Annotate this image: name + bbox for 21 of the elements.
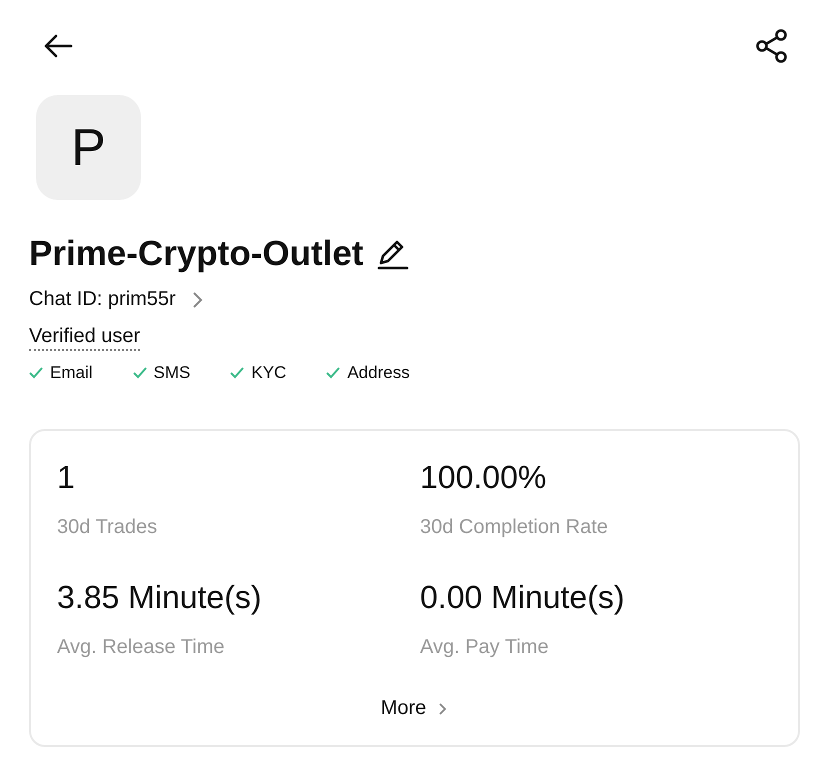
verified-user-link[interactable]: Verified user [29, 325, 140, 351]
avatar: P [36, 95, 141, 200]
stat-value: 1 [57, 459, 76, 496]
stat-label: Avg. Release Time [57, 636, 226, 659]
verification-label: Email [50, 363, 93, 383]
stat-label: 30d Completion Rate [420, 516, 609, 539]
chat-id: Chat ID: prim55r [29, 288, 176, 311]
back-icon[interactable] [43, 34, 73, 58]
share-icon[interactable] [754, 28, 790, 64]
stat-label: 30d Trades [57, 516, 158, 539]
more-link[interactable]: More [380, 697, 426, 720]
chevron-right-icon[interactable] [192, 290, 204, 308]
verification-label: Address [347, 363, 410, 383]
user-name: Prime-Crypto-Outlet [29, 234, 364, 274]
stat-label: Avg. Pay Time [420, 636, 550, 659]
stat-value: 3.85 Minute(s) [57, 579, 263, 616]
verification-label: KYC [251, 363, 286, 383]
verification-label: SMS [154, 363, 190, 383]
stat-value: 0.00 Minute(s) [420, 579, 626, 616]
chevron-right-icon[interactable] [438, 702, 448, 716]
stat-value: 100.00% [420, 459, 548, 496]
